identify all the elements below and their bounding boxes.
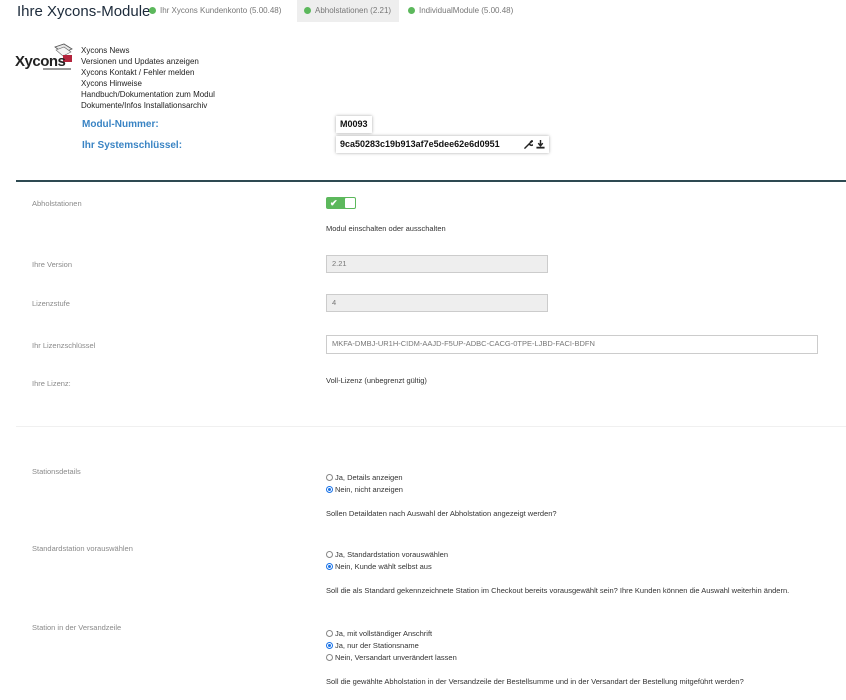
section-separator: [16, 180, 846, 182]
link-handbuch[interactable]: Handbuch/Dokumentation zum Modul: [81, 89, 215, 100]
tab-kundenkonto[interactable]: Ihr Xycons Kundenkonto (5.00.48): [142, 0, 289, 22]
status-dot-icon: [149, 7, 156, 14]
versandzeile-label: Station in der Versandzeile: [32, 623, 122, 632]
radio-standardstation-ja[interactable]: Ja, Standardstation vorauswählen: [326, 550, 448, 560]
systemschluessel-value: 9ca50283c19b913af7e5dee62e6d0951: [340, 139, 500, 149]
radio-label: Ja, mit vollständiger Anschrift: [335, 629, 433, 638]
radio-label: Ja, Details anzeigen: [335, 473, 403, 482]
lizenzschluessel-field[interactable]: MKFA-DMBJ-UR1H-CIDM-AAJD-F5UP-ADBC-CACG-…: [326, 335, 818, 354]
tab-individualmodule[interactable]: IndividualModule (5.00.48): [401, 0, 521, 22]
systemschluessel-box: 9ca50283c19b913af7e5dee62e6d0951: [336, 136, 549, 153]
radio-versandzeile-stationsname[interactable]: Ja, nur der Stationsname: [326, 641, 419, 651]
stationsdetails-label: Stationsdetails: [32, 467, 81, 476]
version-label: Ihre Version: [32, 260, 73, 269]
link-kontakt-fehler[interactable]: Xycons Kontakt / Fehler melden: [81, 67, 194, 78]
radio-stationsdetails-ja[interactable]: Ja, Details anzeigen: [326, 473, 403, 483]
radio-label: Ja, nur der Stationsname: [335, 641, 419, 650]
lizenzstufe-field: 4: [326, 294, 548, 312]
radio-button[interactable]: [326, 654, 333, 661]
toggle-knob: [345, 198, 355, 208]
lizenz-label: Ihre Lizenz:: [32, 379, 71, 388]
radio-button[interactable]: [326, 551, 333, 558]
radio-standardstation-nein[interactable]: Nein, Kunde wählt selbst aus: [326, 562, 432, 572]
radio-button[interactable]: [326, 642, 333, 649]
lizenz-value: Voll-Lizenz (unbegrenzt gültig): [326, 376, 427, 385]
download-icon[interactable]: [536, 140, 545, 149]
systemschluessel-label: Ihr Systemschlüssel:: [82, 140, 183, 151]
tab-label: Ihr Xycons Kundenkonto (5.00.48): [160, 6, 282, 15]
stationsdetails-help: Sollen Detaildaten nach Auswahl der Abho…: [326, 509, 557, 518]
radio-button[interactable]: [326, 486, 333, 493]
tab-label: IndividualModule (5.00.48): [419, 6, 514, 15]
versandzeile-help: Soll die gewählte Abholstation in der Ve…: [326, 677, 744, 686]
radio-label: Ja, Standardstation vorauswählen: [335, 550, 448, 559]
module-toggle[interactable]: ✔: [326, 197, 356, 209]
radio-label: Nein, Versandart unverändert lassen: [335, 653, 457, 662]
logo-tagline-line: [43, 68, 71, 70]
status-dot-icon: [304, 7, 311, 14]
tab-abholstationen[interactable]: Abholstationen (2.21): [297, 0, 400, 22]
radio-button[interactable]: [326, 474, 333, 481]
lizenzschluessel-label: Ihr Lizenzschlüssel: [32, 341, 96, 350]
link-versionen-updates[interactable]: Versionen und Updates anzeigen: [81, 56, 199, 67]
check-icon: ✔: [330, 198, 338, 208]
standardstation-label: Standardstation vorauswählen: [32, 544, 133, 553]
module-label: Abholstationen: [32, 199, 82, 208]
divider: [16, 426, 846, 427]
radio-label: Nein, Kunde wählt selbst aus: [335, 562, 432, 571]
module-help: Modul einschalten oder ausschalten: [326, 224, 446, 233]
radio-stationsdetails-nein[interactable]: Nein, nicht anzeigen: [326, 485, 403, 495]
link-hinweise[interactable]: Xycons Hinweise: [81, 78, 142, 89]
radio-button[interactable]: [326, 630, 333, 637]
version-field: 2.21: [326, 255, 548, 273]
radio-versandzeile-nein[interactable]: Nein, Versandart unverändert lassen: [326, 653, 457, 663]
page-title: Ihre Xycons-Module: [17, 3, 151, 20]
modul-nummer-label: Modul-Nummer:: [82, 119, 159, 130]
radio-versandzeile-anschrift[interactable]: Ja, mit vollständiger Anschrift: [326, 629, 432, 639]
radio-label: Nein, nicht anzeigen: [335, 485, 403, 494]
tab-label: Abholstationen (2.21): [315, 6, 392, 15]
link-xycons-news[interactable]: Xycons News: [81, 45, 129, 56]
link-installationsarchiv[interactable]: Dokumente/Infos Installationsarchiv: [81, 100, 207, 111]
standardstation-help: Soll die als Standard gekennzeichnete St…: [326, 586, 790, 595]
status-dot-icon: [408, 7, 415, 14]
modul-nummer-value: M0093: [336, 116, 372, 133]
lizenzstufe-label: Lizenzstufe: [32, 299, 70, 308]
radio-button[interactable]: [326, 563, 333, 570]
wrench-icon[interactable]: [524, 140, 533, 149]
